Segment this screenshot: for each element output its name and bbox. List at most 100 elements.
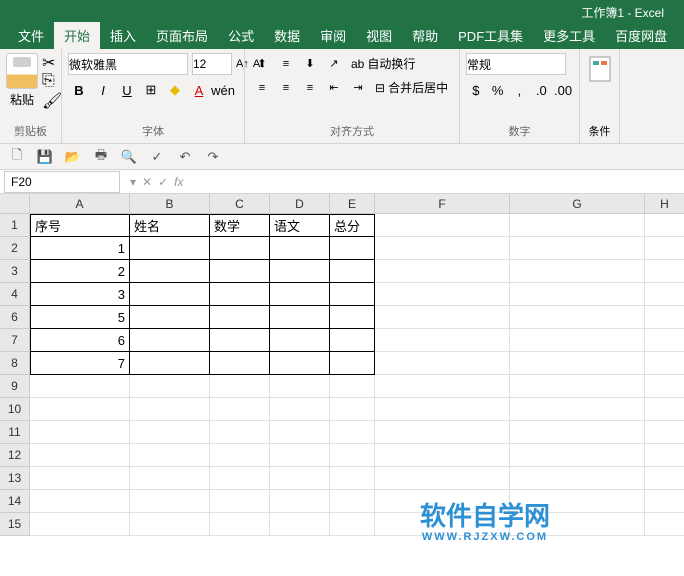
row-header[interactable]: 9 bbox=[0, 375, 30, 398]
col-header[interactable]: C bbox=[210, 194, 270, 214]
tab-home[interactable]: 开始 bbox=[54, 22, 100, 49]
cell[interactable] bbox=[270, 398, 330, 421]
col-header[interactable]: H bbox=[645, 194, 684, 214]
cell[interactable] bbox=[510, 421, 645, 444]
cell[interactable] bbox=[270, 467, 330, 490]
cell[interactable] bbox=[210, 237, 270, 260]
cell[interactable] bbox=[30, 490, 130, 513]
spell-icon[interactable]: ✓ bbox=[148, 148, 166, 166]
tab-data[interactable]: 数据 bbox=[264, 22, 310, 49]
cell[interactable] bbox=[210, 513, 270, 536]
cell[interactable] bbox=[645, 444, 684, 467]
row-header[interactable]: 12 bbox=[0, 444, 30, 467]
cell[interactable] bbox=[330, 237, 375, 260]
cell[interactable] bbox=[270, 490, 330, 513]
cell[interactable] bbox=[210, 352, 270, 375]
cancel-icon[interactable]: ✕ bbox=[142, 175, 152, 189]
select-all-corner[interactable] bbox=[0, 194, 30, 214]
cell[interactable] bbox=[510, 467, 645, 490]
tab-formulas[interactable]: 公式 bbox=[218, 22, 264, 49]
cell[interactable] bbox=[645, 214, 684, 237]
cell[interactable] bbox=[375, 237, 510, 260]
row-header[interactable]: 14 bbox=[0, 490, 30, 513]
cell[interactable] bbox=[210, 444, 270, 467]
cell[interactable] bbox=[210, 490, 270, 513]
cell[interactable] bbox=[130, 283, 210, 306]
cell[interactable] bbox=[645, 513, 684, 536]
cell[interactable] bbox=[375, 490, 510, 513]
cell[interactable] bbox=[30, 375, 130, 398]
cell[interactable] bbox=[330, 283, 375, 306]
cell[interactable] bbox=[130, 375, 210, 398]
formula-input[interactable] bbox=[190, 172, 684, 192]
cell[interactable] bbox=[30, 513, 130, 536]
row-header[interactable]: 3 bbox=[0, 260, 30, 283]
cell[interactable] bbox=[270, 237, 330, 260]
cell[interactable] bbox=[210, 467, 270, 490]
cell[interactable] bbox=[270, 352, 330, 375]
cell[interactable] bbox=[30, 467, 130, 490]
cell[interactable] bbox=[210, 260, 270, 283]
cell[interactable] bbox=[645, 421, 684, 444]
cell[interactable] bbox=[375, 421, 510, 444]
cell[interactable] bbox=[375, 214, 510, 237]
col-header[interactable]: A bbox=[30, 194, 130, 214]
row-header[interactable]: 4 bbox=[0, 283, 30, 306]
cell[interactable]: 总分 bbox=[330, 214, 375, 237]
cell[interactable] bbox=[210, 329, 270, 352]
cell[interactable] bbox=[330, 329, 375, 352]
tab-pdf[interactable]: PDF工具集 bbox=[448, 22, 533, 49]
cell[interactable] bbox=[330, 352, 375, 375]
undo-icon[interactable]: ↶ bbox=[176, 148, 194, 166]
col-header[interactable]: B bbox=[130, 194, 210, 214]
cell[interactable] bbox=[270, 375, 330, 398]
cell[interactable]: 1 bbox=[30, 237, 130, 260]
row-header[interactable]: 13 bbox=[0, 467, 30, 490]
row-header[interactable]: 6 bbox=[0, 306, 30, 329]
cell[interactable] bbox=[270, 513, 330, 536]
tab-more[interactable]: 更多工具 bbox=[533, 22, 605, 49]
tab-view[interactable]: 视图 bbox=[356, 22, 402, 49]
col-header[interactable]: D bbox=[270, 194, 330, 214]
cell[interactable] bbox=[330, 306, 375, 329]
row-header[interactable]: 7 bbox=[0, 329, 30, 352]
cell[interactable] bbox=[375, 283, 510, 306]
cell[interactable]: 数学 bbox=[210, 214, 270, 237]
cell[interactable] bbox=[330, 513, 375, 536]
row-header[interactable]: 1 bbox=[0, 214, 30, 237]
cell[interactable] bbox=[330, 375, 375, 398]
row-header[interactable]: 15 bbox=[0, 513, 30, 536]
cell[interactable]: 序号 bbox=[30, 214, 130, 237]
cell[interactable] bbox=[130, 398, 210, 421]
cell[interactable] bbox=[645, 306, 684, 329]
cell[interactable] bbox=[130, 513, 210, 536]
cell[interactable] bbox=[130, 352, 210, 375]
merge-center-button[interactable]: ⊟ 合并后居中 bbox=[371, 77, 452, 98]
col-header[interactable]: F bbox=[375, 194, 510, 214]
cell[interactable] bbox=[645, 375, 684, 398]
fill-color-button[interactable]: ◆ bbox=[164, 79, 186, 101]
copy-icon[interactable]: ⎘ bbox=[42, 72, 58, 88]
row-header[interactable]: 11 bbox=[0, 421, 30, 444]
number-format-select[interactable] bbox=[466, 53, 566, 75]
cell[interactable]: 3 bbox=[30, 283, 130, 306]
cell[interactable] bbox=[270, 329, 330, 352]
align-left-icon[interactable]: ≡ bbox=[251, 78, 273, 98]
cell[interactable]: 6 bbox=[30, 329, 130, 352]
col-header[interactable]: G bbox=[510, 194, 645, 214]
cell[interactable] bbox=[210, 375, 270, 398]
increase-decimal-icon[interactable]: .0 bbox=[531, 79, 551, 101]
new-icon[interactable]: 🗋 bbox=[8, 148, 26, 166]
cell[interactable] bbox=[375, 444, 510, 467]
cell[interactable] bbox=[210, 421, 270, 444]
cell[interactable] bbox=[130, 490, 210, 513]
cell[interactable] bbox=[510, 352, 645, 375]
cell[interactable] bbox=[645, 260, 684, 283]
conditional-format-icon[interactable] bbox=[586, 53, 614, 85]
cell[interactable] bbox=[330, 421, 375, 444]
align-center-icon[interactable]: ≡ bbox=[275, 78, 297, 98]
row-header[interactable]: 8 bbox=[0, 352, 30, 375]
preview-icon[interactable]: 🔍 bbox=[120, 148, 138, 166]
align-top-icon[interactable]: ⬆ bbox=[251, 54, 273, 74]
border-button[interactable]: ⊞ bbox=[140, 79, 162, 101]
